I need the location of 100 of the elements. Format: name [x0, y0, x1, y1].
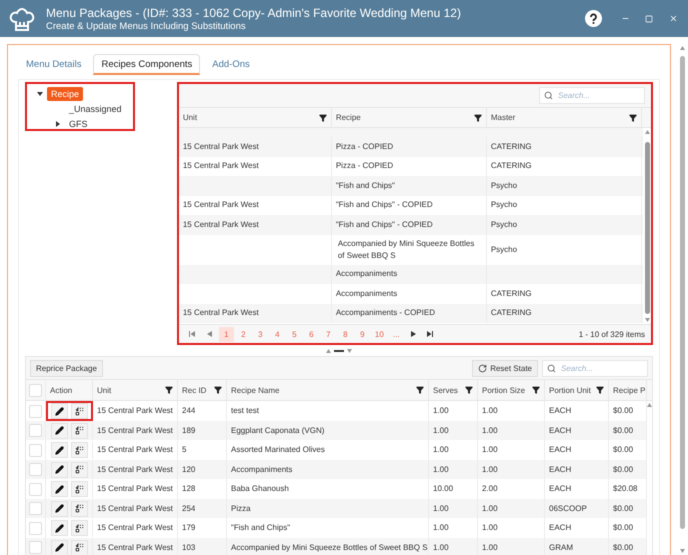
pencil-icon	[55, 524, 64, 532]
refresh-icon	[478, 364, 488, 372]
checkbox[interactable]	[29, 404, 42, 418]
column-header[interactable]: Unit	[97, 386, 112, 394]
edit-button[interactable]	[51, 442, 68, 458]
replace-button[interactable]	[71, 462, 88, 478]
replace-button[interactable]	[71, 442, 88, 458]
column-header[interactable]: Action	[50, 386, 72, 394]
scroll-up-icon[interactable]	[647, 403, 652, 407]
column-header[interactable]: Portion Unit	[549, 386, 591, 394]
tree-item[interactable]: GFS	[65, 116, 92, 130]
tab[interactable]: Recipes Components	[93, 54, 200, 75]
scroll-up-icon[interactable]	[644, 130, 650, 134]
pencil-icon	[55, 465, 64, 474]
table-cell: 1.00	[433, 542, 449, 554]
replace-icon	[75, 504, 84, 513]
reset-state-button[interactable]: Reset State	[472, 360, 538, 376]
edit-button[interactable]	[51, 481, 68, 497]
edit-button[interactable]	[51, 540, 68, 555]
filter-icon[interactable]	[318, 114, 327, 122]
replace-button[interactable]	[71, 422, 88, 438]
table-cell: $0.00	[613, 522, 634, 534]
help-icon[interactable]	[585, 10, 602, 27]
table-cell: CATERING	[490, 288, 532, 300]
scroll-up-icon[interactable]	[680, 46, 685, 50]
table-cell: 15 Central Park West	[97, 542, 173, 554]
collapse-down-icon[interactable]	[347, 348, 352, 352]
table-cell: 1.00	[482, 522, 498, 534]
table-cell: "Fish and Chips"	[336, 180, 395, 192]
edit-button[interactable]	[51, 520, 68, 536]
edit-button[interactable]	[51, 462, 68, 478]
caret-icon[interactable]	[37, 90, 43, 96]
edit-button[interactable]	[51, 422, 68, 438]
replace-button[interactable]	[71, 540, 88, 555]
search-field[interactable]: Search...	[542, 360, 648, 376]
column-header[interactable]: Recipe	[336, 113, 361, 122]
column-header[interactable]: Serves	[433, 386, 458, 394]
checkbox[interactable]	[29, 502, 42, 515]
checkbox[interactable]	[29, 444, 42, 456]
checkbox[interactable]	[29, 463, 42, 476]
filter-icon[interactable]	[465, 386, 473, 394]
table-cell: Psycho	[490, 180, 518, 192]
checkbox[interactable]	[29, 522, 42, 534]
table-cell: 1.00	[433, 464, 449, 476]
scroll-down-icon[interactable]	[680, 549, 685, 553]
table-cell: 15 Central Park West	[97, 464, 173, 476]
scrollbar[interactable]	[643, 128, 651, 324]
column-header[interactable]: Rec ID	[182, 386, 206, 394]
table-cell: 1.00	[482, 444, 498, 456]
table-cell: 1.00	[433, 522, 449, 534]
replace-button[interactable]	[71, 481, 88, 497]
tree-item[interactable]: _Unassigned	[65, 102, 126, 116]
page-scrollbar[interactable]	[677, 44, 688, 555]
table-cell: Pizza	[231, 502, 251, 514]
filter-icon[interactable]	[214, 386, 222, 394]
tab[interactable]: Menu Details	[18, 54, 90, 75]
reprice-package-button[interactable]: Reprice Package	[30, 360, 103, 376]
checkbox[interactable]	[29, 424, 42, 437]
filter-icon[interactable]	[628, 114, 637, 122]
table-cell: 103	[182, 542, 196, 554]
filter-icon[interactable]	[596, 386, 604, 394]
replace-icon	[75, 524, 84, 532]
edit-button[interactable]	[51, 403, 68, 419]
column-header[interactable]: Recipe P	[613, 386, 646, 394]
table-cell: 1.00	[433, 424, 449, 436]
table-cell: 254	[182, 502, 196, 514]
table-cell: 189	[182, 424, 196, 436]
caret-icon[interactable]	[55, 120, 61, 126]
replace-button[interactable]	[71, 500, 88, 516]
replace-icon	[75, 484, 84, 494]
table-cell: Eggplant Caponata (VGN)	[231, 424, 324, 436]
replace-icon	[75, 406, 84, 416]
tab[interactable]: Add-Ons	[204, 54, 258, 75]
table-cell: CATERING	[490, 160, 532, 172]
replace-button[interactable]	[71, 520, 88, 536]
table-cell: Accompaniments	[336, 288, 398, 300]
scroll-down-icon[interactable]	[644, 318, 650, 322]
pencil-icon	[55, 484, 64, 494]
filter-icon[interactable]	[416, 386, 424, 394]
column-header[interactable]: Master	[490, 113, 516, 122]
column-header[interactable]: Recipe Name	[231, 386, 280, 394]
pager-summary: 1 - 10 of 329 items	[578, 330, 645, 338]
table-cell: 15 Central Park West	[182, 218, 259, 231]
column-header[interactable]: Unit	[182, 113, 198, 122]
table-cell: CATERING	[490, 140, 532, 153]
window-subtitle: Create & Update Menus Including Substitutions	[46, 20, 247, 32]
collapse-up-icon[interactable]	[326, 348, 331, 352]
column-header[interactable]: Portion Size	[482, 386, 526, 394]
table-cell: 1.00	[433, 444, 449, 456]
filter-icon[interactable]	[474, 114, 482, 122]
filter-icon[interactable]	[165, 386, 173, 394]
table-cell-text: Accompanied by Mini Squeeze Bottles of Sweet BBQ S	[338, 238, 476, 262]
table-cell: 15 Central Park West	[182, 199, 259, 212]
checkbox[interactable]	[29, 384, 42, 396]
replace-button[interactable]	[71, 403, 88, 419]
edit-button[interactable]	[51, 500, 68, 516]
search-field[interactable]: Search...	[539, 87, 645, 104]
filter-icon[interactable]	[532, 386, 540, 394]
checkbox[interactable]	[29, 541, 42, 554]
checkbox[interactable]	[29, 482, 42, 496]
